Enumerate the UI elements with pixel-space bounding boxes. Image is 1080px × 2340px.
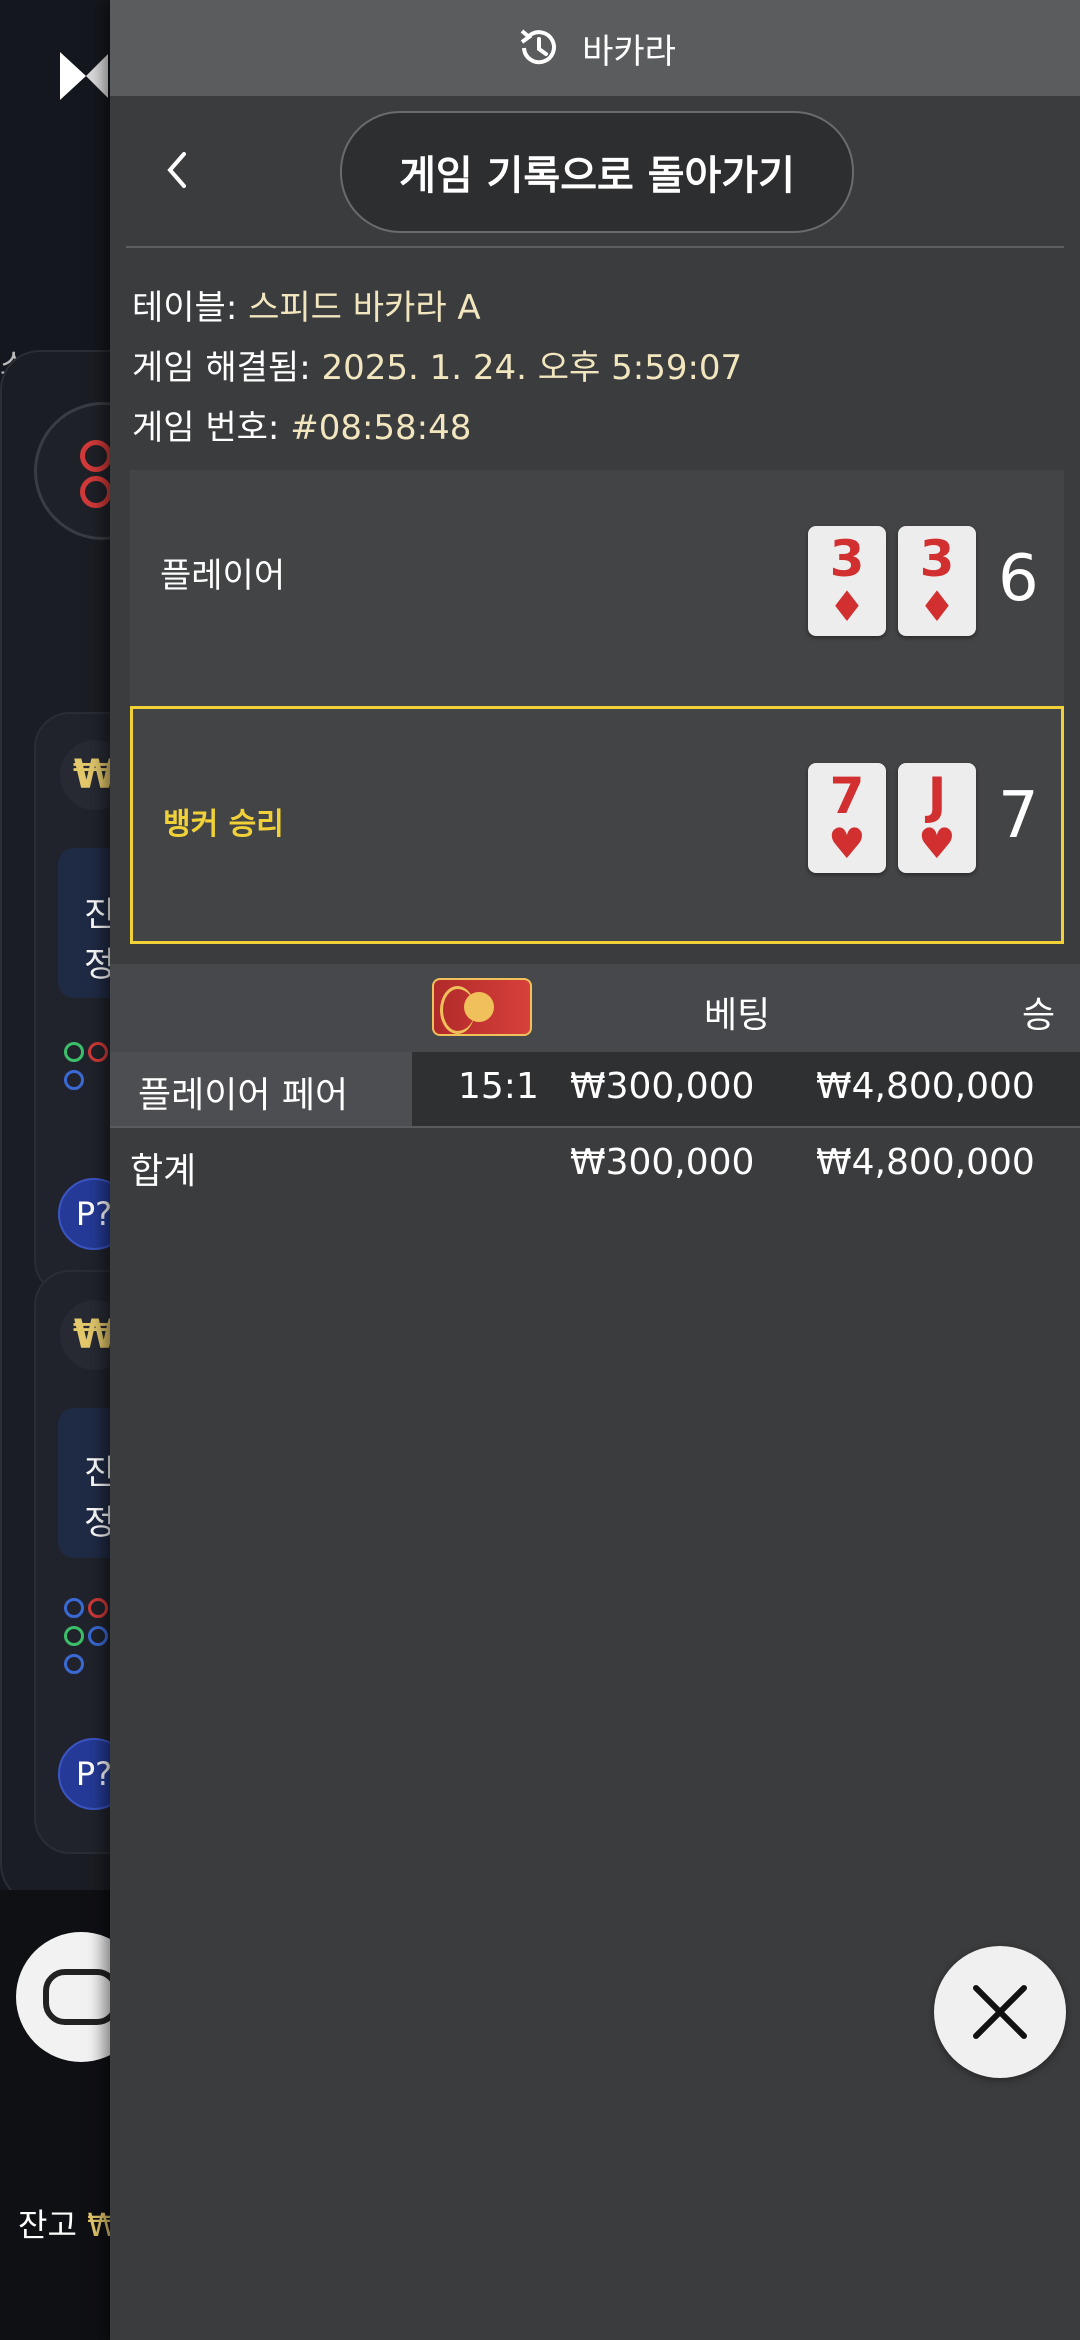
playing-card: 3 ♦ bbox=[808, 526, 886, 636]
total-win: ₩4,800,000 bbox=[816, 1142, 1035, 1183]
card-rank: 3 bbox=[919, 530, 955, 588]
total-label: 합계 bbox=[130, 1151, 197, 1192]
game-number-label: 게임 번호: bbox=[132, 408, 280, 448]
card-rank: 7 bbox=[829, 767, 865, 825]
card-rank: 3 bbox=[829, 530, 865, 588]
player-label: 플레이어 bbox=[160, 556, 286, 596]
back-to-history-button[interactable]: 게임 기록으로 돌아가기 bbox=[340, 111, 854, 233]
game-history-panel: 바카라 게임 기록으로 돌아가기 테이블: 스피드 바카라 A 게임 해결됨: … bbox=[110, 0, 1080, 2340]
resolved-label: 게임 해결됨: bbox=[132, 348, 311, 388]
close-button[interactable] bbox=[934, 1946, 1066, 2078]
card-rank: J bbox=[927, 767, 947, 825]
game-number-info: 게임 번호: #08:58:48 bbox=[132, 400, 471, 449]
heart-icon: ♥ bbox=[828, 819, 866, 868]
table-value: 스피드 바카라 A bbox=[248, 288, 481, 328]
close-icon bbox=[973, 1985, 1027, 2039]
resolved-value: 2025. 1. 24. 오후 5:59:07 bbox=[321, 348, 743, 388]
road-dots-icon bbox=[62, 1040, 112, 1096]
red-envelope-icon bbox=[432, 978, 532, 1036]
diamond-icon: ♦ bbox=[918, 582, 956, 631]
player-score: 6 bbox=[998, 542, 1039, 616]
brand-logo-icon bbox=[60, 52, 108, 100]
column-win: 승 bbox=[1022, 995, 1056, 1036]
table-row: 플레이어 페어 15:1 ₩300,000 ₩4,800,000 bbox=[110, 1052, 1080, 1128]
playing-card: J ♥ bbox=[898, 763, 976, 873]
table-label: 테이블: bbox=[132, 288, 238, 328]
win-amount: ₩4,800,000 bbox=[816, 1066, 1035, 1107]
resolved-info: 게임 해결됨: 2025. 1. 24. 오후 5:59:07 bbox=[132, 340, 742, 389]
playing-card: 3 ♦ bbox=[898, 526, 976, 636]
banker-score: 7 bbox=[998, 779, 1039, 853]
panel-titlebar: 바카라 bbox=[110, 0, 1080, 96]
balance-label: 잔고 bbox=[18, 2206, 77, 2244]
column-bet: 베팅 bbox=[704, 995, 771, 1036]
road-dots-icon bbox=[62, 1596, 112, 1680]
diamond-icon: ♦ bbox=[828, 582, 866, 631]
game-number-value: #08:58:48 bbox=[290, 408, 472, 448]
player-hand: 플레이어 3 ♦ 3 ♦ 6 bbox=[130, 470, 1064, 706]
panel-title: 바카라 bbox=[582, 31, 676, 72]
road-icon bbox=[80, 440, 112, 508]
bet-name-cell: 플레이어 페어 bbox=[110, 1052, 412, 1126]
banker-win-label: 뱅커 승리 bbox=[163, 807, 284, 842]
divider bbox=[126, 246, 1064, 248]
bet-odds: 15:1 bbox=[458, 1066, 539, 1107]
playing-card: 7 ♥ bbox=[808, 763, 886, 873]
banker-hand: 뱅커 승리 7 ♥ J ♥ 7 bbox=[130, 706, 1064, 944]
bet-amount: ₩300,000 bbox=[570, 1066, 755, 1107]
heart-icon: ♥ bbox=[918, 819, 956, 868]
bets-table-header: 베팅 승 bbox=[110, 964, 1080, 1052]
total-row: 합계 ₩300,000 ₩4,800,000 bbox=[110, 1128, 1080, 1202]
bet-name: 플레이어 페어 bbox=[138, 1075, 349, 1116]
total-bet: ₩300,000 bbox=[570, 1142, 755, 1183]
table-info: 테이블: 스피드 바카라 A bbox=[132, 280, 481, 329]
history-icon bbox=[520, 29, 557, 65]
back-chevron-icon[interactable] bbox=[152, 145, 202, 195]
